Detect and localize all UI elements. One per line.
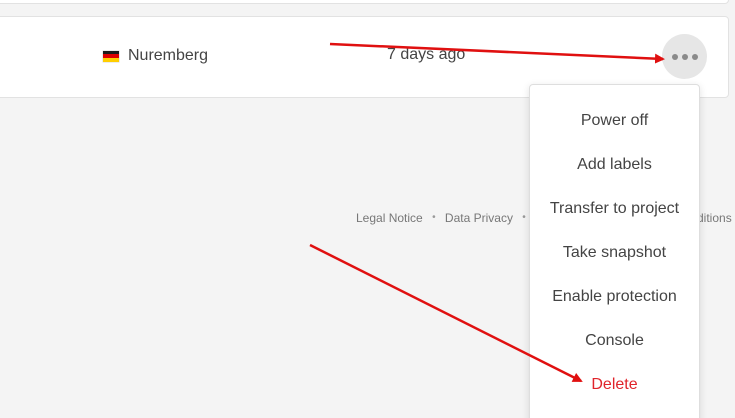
more-horizontal-icon: [671, 53, 678, 60]
flag-germany-icon: [103, 50, 119, 62]
menu-item-transfer-to-project[interactable]: Transfer to project: [530, 187, 699, 231]
footer-separator: •: [522, 212, 526, 223]
footer-links: Legal Notice • Data Privacy • Sy: [356, 211, 549, 225]
menu-item-power-off[interactable]: Power off: [530, 99, 699, 143]
menu-item-console[interactable]: Console: [530, 319, 699, 363]
more-horizontal-icon-dot: [691, 53, 698, 60]
previous-server-row: [0, 0, 729, 4]
server-location: Nuremberg: [103, 46, 208, 66]
menu-item-add-labels[interactable]: Add labels: [530, 143, 699, 187]
location-label: Nuremberg: [128, 47, 209, 64]
footer-link-terms[interactable]: ditions: [697, 211, 735, 225]
created-time: 7 days ago: [387, 46, 466, 63]
screenshot-stage: Nuremberg 7 days ago Legal Notice • Data…: [0, 0, 735, 418]
menu-item-take-snapshot[interactable]: Take snapshot: [530, 231, 699, 275]
footer-separator: •: [432, 212, 436, 223]
footer-link-legal-notice[interactable]: Legal Notice: [356, 211, 423, 225]
menu-item-delete[interactable]: Delete: [530, 363, 699, 407]
server-actions-menu: Power off Add labels Transfer to project…: [529, 84, 700, 418]
more-horizontal-icon-dot: [681, 53, 688, 60]
more-actions-button[interactable]: [662, 34, 707, 79]
footer-link-data-privacy[interactable]: Data Privacy: [445, 211, 513, 225]
menu-item-enable-protection[interactable]: Enable protection: [530, 275, 699, 319]
